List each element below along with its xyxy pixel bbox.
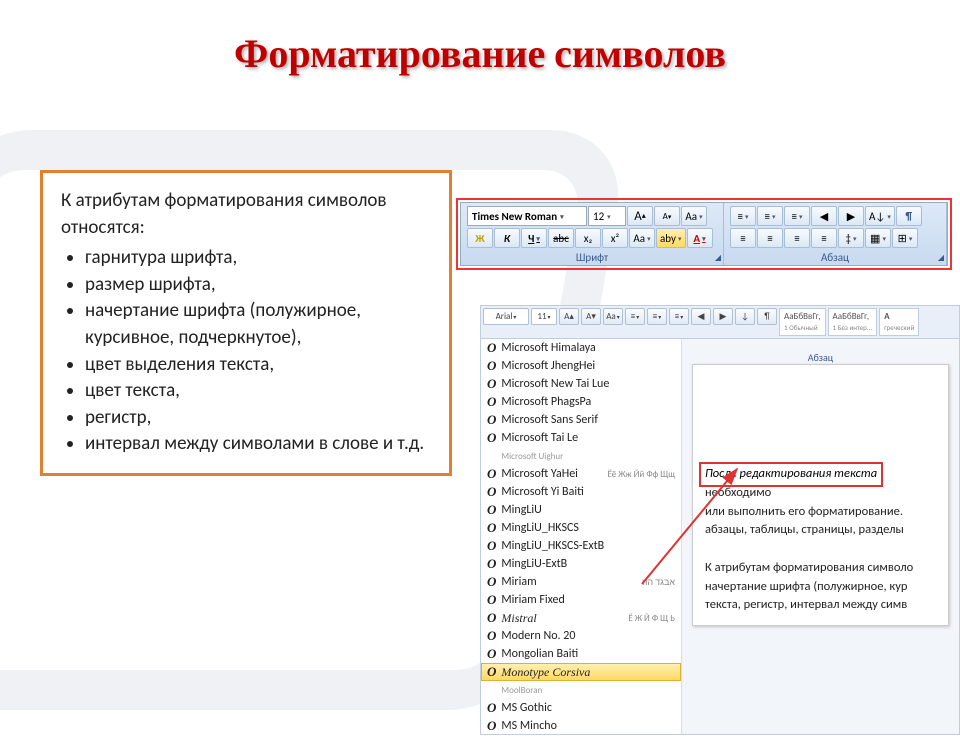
shading-button[interactable]: ▦	[865, 228, 891, 248]
font-list-item[interactable]: OMicrosoft Tai Le	[481, 429, 681, 447]
align-left-button[interactable]: ≡	[730, 228, 756, 248]
mini-clear-icon[interactable]: Aa	[603, 308, 623, 325]
highlighted-text: После редактирования текста	[705, 465, 877, 484]
info-item: регистр,	[85, 405, 431, 432]
font-list-item[interactable]: OMongolian Baiti	[481, 645, 681, 663]
font-list-item[interactable]: OMistralЁ Ж Й Ф Щ Ь	[481, 609, 681, 627]
font-list-item[interactable]: OMicrosoft Uighur	[481, 447, 681, 465]
font-list-item[interactable]: OMingLiU_HKSCS	[481, 519, 681, 537]
shrink-font-button[interactable]: A▾	[654, 206, 680, 226]
mini-num-icon[interactable]: ≡	[647, 308, 667, 325]
font-list-item[interactable]: OMingLiU-ExtB	[481, 555, 681, 573]
info-item: цвет выделения текста,	[85, 352, 431, 379]
doc-text: абзацы, таблицы, страницы, разделы	[705, 522, 904, 537]
indent-dec-button[interactable]: ◀	[811, 206, 837, 226]
font-list-item[interactable]: OModern No. 20	[481, 627, 681, 645]
doc-text: текста, регистр, интервал между симв	[705, 597, 907, 612]
mini-grow-icon[interactable]: A▴	[559, 308, 579, 325]
paragraph-group: ≡ ≡ ≡ ◀ ▶ A↓ ¶ ≡ ≡ ≡ ≡ ‡ ▦ ⊞ Абзац ◢	[724, 203, 947, 265]
font-group-label: Шрифт	[467, 251, 717, 264]
change-case-button[interactable]: Aa	[629, 228, 655, 248]
strike-button[interactable]: abc	[548, 228, 574, 248]
highlight-button[interactable]: aby	[656, 228, 686, 248]
font-list-item[interactable]: OMoolBoran	[481, 681, 681, 699]
mini-indent-icon[interactable]: ▶	[713, 308, 733, 325]
bold-button[interactable]: Ж	[467, 228, 493, 248]
font-list-item[interactable]: OMicrosoft New Tai Lue	[481, 375, 681, 393]
style-preview[interactable]: АаБбВвГг,1 Обычный	[779, 308, 826, 336]
font-list-item[interactable]: OMicrosoft Yi Baiti	[481, 483, 681, 501]
font-list-item[interactable]: OMicrosoft YaHeiЁё Жж Йй Фф Щщ	[481, 465, 681, 483]
align-center-button[interactable]: ≡	[757, 228, 783, 248]
mini-pilcrow-icon[interactable]: ¶	[757, 308, 777, 325]
font-list-item[interactable]: OMingLiU	[481, 501, 681, 519]
sort-button[interactable]: A↓	[865, 206, 895, 226]
mini-sort-icon[interactable]: ↓	[735, 308, 755, 325]
font-list-item[interactable]: OMS Gothic	[481, 699, 681, 717]
font-color-button[interactable]: A	[687, 228, 713, 248]
font-list-item[interactable]: OMicrosoft PhagsPa	[481, 393, 681, 411]
pilcrow-button[interactable]: ¶	[896, 206, 922, 226]
info-item: гарнитура шрифта,	[85, 245, 431, 272]
para-group-label: Абзац	[730, 251, 940, 264]
italic-button[interactable]: К	[494, 228, 520, 248]
font-group: Times New Roman 12 A▴ A▾ Aa Ж К Ч abc x₂…	[461, 203, 724, 265]
info-item: начертание шрифта (полужирное, курсивное…	[85, 298, 431, 351]
info-item: интервал между символами в слове и т.д.	[85, 431, 431, 458]
font-list-item[interactable]: OMonotype Corsiva	[481, 663, 681, 681]
style-preview[interactable]: Агреческий	[879, 308, 919, 336]
info-intro: К атрибутам форматирования символов отно…	[61, 188, 431, 241]
doc-text: начертание шрифта (полужирное, кур	[705, 579, 907, 594]
mini-font-select[interactable]: Arial	[483, 308, 529, 325]
font-list-item[interactable]: OMiriamאבגד הוז	[481, 573, 681, 591]
underline-button[interactable]: Ч	[521, 228, 547, 248]
mini-indent-icon[interactable]: ◀	[691, 308, 711, 325]
multilevel-button[interactable]: ≡	[784, 206, 810, 226]
dialog-launcher-icon[interactable]: ◢	[938, 253, 944, 263]
info-list: гарнитура шрифта, размер шрифта, начерта…	[61, 245, 431, 458]
font-dropdown-screenshot: Arial 11 A▴ A▾ Aa ≡ ≡ ≡ ◀ ▶ ↓ ¶ АаБбВвГг…	[480, 305, 960, 735]
ribbon-screenshot: Times New Roman 12 A▴ A▾ Aa Ж К Ч abc x₂…	[456, 198, 952, 270]
doc-text: или выполнить его форматирование.	[705, 504, 903, 519]
document-area: Абзац После редактирования текстанеобход…	[682, 339, 959, 734]
info-item: размер шрифта,	[85, 272, 431, 299]
grow-font-button[interactable]: A▴	[627, 206, 653, 226]
mini-size-select[interactable]: 11	[531, 308, 557, 325]
line-spacing-button[interactable]: ‡	[838, 228, 864, 248]
para-label: Абзац	[692, 351, 949, 364]
numbering-button[interactable]: ≡	[757, 206, 783, 226]
align-right-button[interactable]: ≡	[784, 228, 810, 248]
info-box: К атрибутам форматирования символов отно…	[40, 170, 452, 476]
font-list-item[interactable]: OMicrosoft Himalaya	[481, 339, 681, 357]
dialog-launcher-icon[interactable]: ◢	[715, 253, 721, 263]
borders-button[interactable]: ⊞	[892, 228, 918, 248]
info-item: цвет текста,	[85, 378, 431, 405]
font-list-item[interactable]: OMiriam Fixed	[481, 591, 681, 609]
font-list[interactable]: OMicrosoft HimalayaOMicrosoft JhengHeiOM…	[481, 339, 682, 734]
slide-title: Форматирование символов	[0, 30, 960, 77]
clear-format-button[interactable]: Aa	[681, 206, 707, 226]
font-size-select[interactable]: 12	[588, 206, 626, 226]
style-preview[interactable]: АаБбВвГг,1 Без интер...	[828, 308, 878, 336]
font-list-item[interactable]: OMingLiU_HKSCS-ExtB	[481, 537, 681, 555]
indent-inc-button[interactable]: ▶	[838, 206, 864, 226]
mini-bullets-icon[interactable]: ≡	[625, 308, 645, 325]
superscript-button[interactable]: x²	[602, 228, 628, 248]
font-list-item[interactable]: OMicrosoft JhengHei	[481, 357, 681, 375]
doc-text: К атрибутам форматирования символо	[705, 560, 913, 575]
align-justify-button[interactable]: ≡	[811, 228, 837, 248]
font-name-select[interactable]: Times New Roman	[467, 206, 587, 226]
font-list-item[interactable]: OMicrosoft Sans Serif	[481, 411, 681, 429]
bullets-button[interactable]: ≡	[730, 206, 756, 226]
subscript-button[interactable]: x₂	[575, 228, 601, 248]
mini-multi-icon[interactable]: ≡	[669, 308, 689, 325]
mini-shrink-icon[interactable]: A▾	[581, 308, 601, 325]
